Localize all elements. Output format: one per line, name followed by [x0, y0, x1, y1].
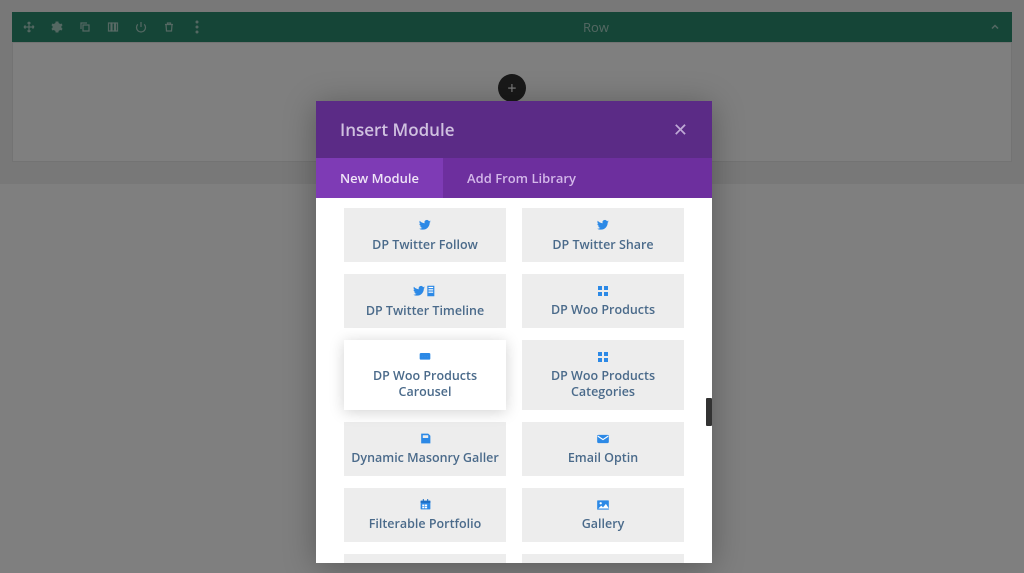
module-filterable-portfolio[interactable]: Filterable Portfolio: [344, 488, 506, 542]
module-peek[interactable]: [522, 554, 684, 563]
module-peek[interactable]: [344, 554, 506, 563]
scrollbar-thumb[interactable]: [706, 398, 712, 426]
modal-tabs: New Module Add From Library: [316, 158, 712, 198]
module-label: Email Optin: [568, 450, 638, 466]
module-label: DP Twitter Share: [552, 237, 653, 253]
twitter-icon: [596, 218, 610, 234]
envelope-icon: [596, 433, 610, 447]
module-grid: DP Twitter Follow DP Twitter Share DP Twit…: [316, 198, 712, 563]
save-icon: [419, 432, 432, 447]
module-dp-woo-products[interactable]: DP Woo Products: [522, 274, 684, 328]
insert-module-modal: Insert Module ✕ New Module Add From Libr…: [316, 101, 712, 563]
module-label: DP Woo Products: [551, 302, 655, 318]
module-dp-twitter-share[interactable]: DP Twitter Share: [522, 208, 684, 262]
module-dp-woo-products-carousel[interactable]: DP Woo Products Carousel: [344, 340, 506, 410]
tab-add-from-library[interactable]: Add From Library: [443, 158, 600, 198]
module-dynamic-masonry-galler[interactable]: Dynamic Masonry Galler: [344, 422, 506, 476]
grid-icon: [597, 351, 609, 365]
image-icon: [596, 499, 610, 513]
calendar-icon: [419, 498, 432, 513]
module-dp-twitter-timeline[interactable]: DP Twitter Timeline: [344, 274, 506, 328]
module-gallery[interactable]: Gallery: [522, 488, 684, 542]
module-label: DP Twitter Follow: [372, 237, 478, 253]
module-label: DP Twitter Timeline: [366, 303, 484, 319]
module-email-optin[interactable]: Email Optin: [522, 422, 684, 476]
carousel-icon: [417, 351, 433, 365]
module-label: DP Woo Products Carousel: [350, 368, 500, 399]
modal-header: Insert Module ✕: [316, 101, 712, 158]
module-dp-twitter-follow[interactable]: DP Twitter Follow: [344, 208, 506, 262]
module-label: Gallery: [582, 516, 625, 532]
module-dp-woo-products-categories[interactable]: DP Woo Products Categories: [522, 340, 684, 410]
twitter-timeline-icon: [413, 284, 437, 300]
close-icon[interactable]: ✕: [673, 118, 688, 142]
module-label: Dynamic Masonry Galler: [351, 450, 499, 466]
module-label: Filterable Portfolio: [369, 516, 482, 532]
grid-icon: [597, 285, 609, 299]
module-label: DP Woo Products Categories: [528, 368, 678, 399]
modal-title: Insert Module: [340, 118, 455, 141]
twitter-icon: [418, 218, 432, 234]
tab-new-module[interactable]: New Module: [316, 158, 443, 198]
